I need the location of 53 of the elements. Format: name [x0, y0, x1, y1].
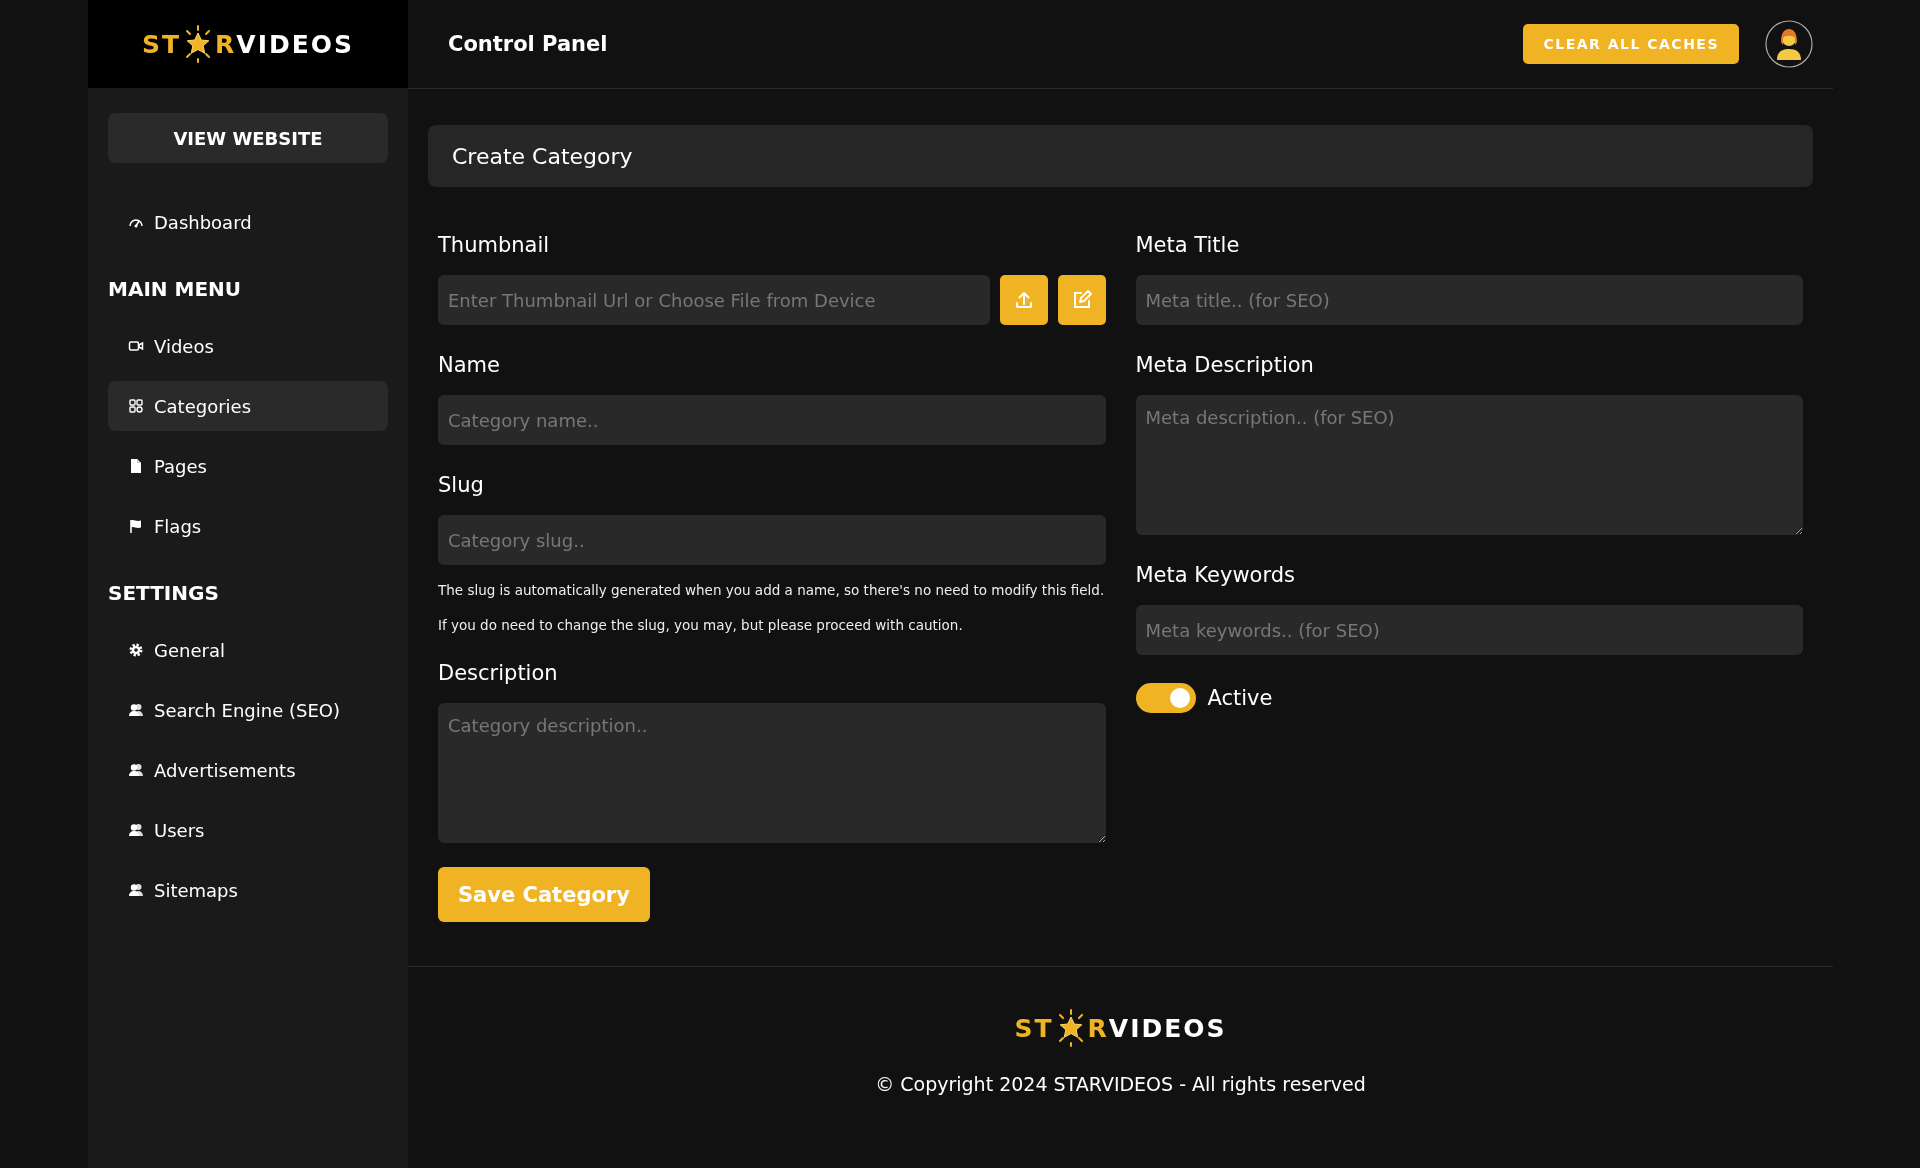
document-icon	[128, 458, 144, 474]
sidebar-item[interactable]: Sitemaps	[108, 865, 388, 915]
sidebar-item[interactable]: Dashboard	[108, 197, 388, 247]
field-label: Slug	[438, 473, 485, 497]
copyright-symbol: ©	[875, 1073, 895, 1095]
logo-text: R	[1087, 1013, 1109, 1043]
text-field[interactable]: Category name..	[438, 395, 1106, 445]
toggle-label: Active	[1207, 686, 1273, 710]
field-label: Meta Keywords	[1135, 563, 1296, 587]
copyright-text: Copyright 2024 STARVIDEOS - All rights reserved	[900, 1073, 1366, 1095]
thumbnail-url-field[interactable]: Enter Thumbnail Url or Choose File from Device	[438, 275, 990, 325]
text-field[interactable]: Category slug..	[438, 515, 1106, 565]
field-label: Thumbnail	[438, 233, 551, 257]
users-icon	[128, 762, 144, 778]
gear-icon	[128, 642, 144, 658]
sidebar-item[interactable]: Search Engine (SEO)	[108, 685, 388, 735]
text-area[interactable]: Category description..	[438, 703, 1106, 843]
video-camera-icon	[128, 338, 144, 354]
field-label: Description	[438, 661, 559, 685]
field-label: Meta Title	[1135, 233, 1241, 257]
page-title: Control Panel	[448, 32, 609, 56]
logo-text: ST	[141, 29, 181, 59]
sidebar-item[interactable]: Videos	[108, 321, 388, 371]
edit-button[interactable]	[1057, 275, 1106, 325]
logo-text: VIDEOS	[236, 29, 355, 59]
logo-text: VIDEOS	[1108, 1013, 1227, 1043]
users-icon	[128, 882, 144, 898]
section-heading: SETTINGS	[108, 581, 220, 605]
sidebar-item[interactable]: Flags	[108, 501, 388, 551]
users-icon	[128, 822, 144, 838]
text-area[interactable]: Meta description.. (for SEO)	[1135, 395, 1803, 535]
sidebar-item[interactable]: General	[108, 625, 388, 675]
toggle-switch[interactable]	[1135, 683, 1196, 713]
sidebar-item[interactable]: Users	[108, 805, 388, 855]
upload-button[interactable]	[999, 275, 1048, 325]
logo-text: ST	[1014, 1013, 1054, 1043]
view-website-button[interactable]: VIEW WEBSITE	[108, 113, 388, 163]
text-field[interactable]: Meta keywords.. (for SEO)	[1135, 605, 1803, 655]
field-label: Meta Description	[1135, 353, 1315, 377]
sidebar-item[interactable]: Pages	[108, 441, 388, 491]
grid-icon	[128, 398, 144, 414]
avatar-icon[interactable]	[1765, 20, 1813, 68]
flag-icon	[128, 518, 144, 534]
help-text: The slug is automatically generated when you add a name, so there's no need to modify this field. If you do need to change the slug, you may, but please proceed with caution.	[438, 581, 1106, 635]
section-heading: MAIN MENU	[108, 277, 243, 301]
sidebar-item[interactable]: Categories	[108, 381, 388, 431]
field-label: Name	[438, 353, 501, 377]
text-field[interactable]: Meta title.. (for SEO)	[1135, 275, 1803, 325]
form-header: Create Category	[428, 125, 1813, 187]
sidebar-item[interactable]: Advertisements	[108, 745, 388, 795]
upload-icon	[1013, 290, 1034, 310]
users-icon	[128, 702, 144, 718]
logo-text: R	[215, 29, 237, 59]
